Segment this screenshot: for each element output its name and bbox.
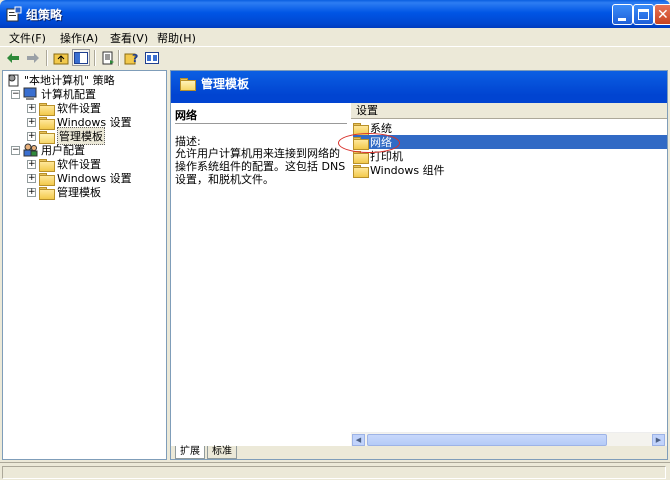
toolbar: ? bbox=[0, 46, 670, 68]
tree-view-icon bbox=[74, 51, 88, 64]
tree-user-config[interactable]: − 用户配置 bbox=[11, 143, 85, 157]
description-panel: 网络 描述: 允许用户计算机用来连接到网络的操作系统组件的配置。这包括 DNS … bbox=[171, 103, 349, 446]
highlight-ellipse bbox=[338, 133, 400, 153]
window-title: 组策略 bbox=[26, 8, 63, 22]
menu-action[interactable]: 操作(A) bbox=[60, 30, 98, 46]
list-item-label: Windows 组件 bbox=[370, 164, 445, 177]
scroll-left-button[interactable]: ◀ bbox=[352, 434, 365, 446]
menu-help[interactable]: 帮助(H) bbox=[157, 30, 196, 46]
folder-icon bbox=[39, 116, 55, 130]
minimize-icon bbox=[618, 18, 626, 21]
menu-bar: 文件(F) 操作(A) 查看(V) 帮助(H) bbox=[0, 28, 670, 46]
expand-toggle[interactable]: + bbox=[27, 159, 36, 169]
properties-button[interactable] bbox=[143, 49, 161, 66]
collapse-toggle[interactable]: − bbox=[11, 89, 20, 99]
horizontal-scrollbar[interactable]: ◀ ▶ bbox=[351, 432, 667, 446]
tab-extended[interactable]: 扩展 bbox=[175, 446, 205, 459]
tree-item-admin-templates[interactable]: + 管理模板 bbox=[27, 127, 105, 145]
help-button[interactable]: ? bbox=[123, 49, 141, 66]
folder-icon bbox=[180, 78, 196, 91]
description-text: 允许用户计算机用来连接到网络的操作系统组件的配置。这包括 DNS 设置，和脱机文… bbox=[175, 147, 346, 186]
header-band bbox=[171, 95, 667, 103]
export-list-button[interactable] bbox=[99, 49, 117, 66]
list-item[interactable]: 系统 bbox=[353, 121, 667, 136]
tree-root[interactable]: "本地计算机" 策略 bbox=[7, 73, 115, 87]
group-policy-window: 组策略 ✕ 文件(F) 操作(A) 查看(V) 帮助(H) ? "本地计算机" … bbox=[0, 0, 670, 480]
up-one-level-button[interactable] bbox=[52, 49, 70, 66]
toolbar-separator bbox=[118, 50, 120, 66]
tab-standard[interactable]: 标准 bbox=[207, 446, 237, 459]
minimize-button[interactable] bbox=[612, 4, 633, 25]
expand-toggle[interactable]: + bbox=[27, 131, 36, 141]
toolbar-separator bbox=[46, 50, 48, 66]
folder-icon bbox=[39, 102, 55, 116]
view-tabs: 扩展 标准 bbox=[171, 446, 667, 459]
open-folder-icon bbox=[39, 130, 55, 144]
expand-toggle[interactable]: + bbox=[27, 117, 36, 127]
policy-icon bbox=[8, 74, 19, 87]
menu-file[interactable]: 文件(F) bbox=[9, 30, 46, 46]
users-icon bbox=[23, 143, 38, 157]
folder-icon bbox=[39, 186, 55, 200]
scroll-right-button[interactable]: ▶ bbox=[652, 434, 665, 446]
properties-icon bbox=[145, 51, 159, 64]
divider bbox=[175, 123, 347, 124]
details-pane: 管理模板 网络 描述: 允许用户计算机用来连接到网络的操作系统组件的配置。这包括… bbox=[170, 70, 668, 460]
folder-icon bbox=[353, 122, 369, 136]
tree-item-software-settings[interactable]: + 软件设置 bbox=[27, 157, 101, 172]
description-title: 网络 bbox=[175, 109, 197, 122]
details-header: 管理模板 bbox=[171, 71, 667, 95]
tree-item-admin-templates[interactable]: + 管理模板 bbox=[27, 185, 101, 200]
close-button[interactable]: ✕ bbox=[654, 4, 670, 25]
tree-item-label: 管理模板 bbox=[57, 186, 101, 199]
tree-computer-config[interactable]: − 计算机配置 bbox=[11, 87, 96, 101]
folder-icon bbox=[39, 158, 55, 172]
status-bar bbox=[0, 462, 670, 480]
toolbar-separator bbox=[94, 50, 96, 66]
up-folder-icon bbox=[53, 53, 69, 64]
folder-icon bbox=[353, 164, 369, 178]
computer-icon bbox=[23, 87, 37, 100]
menu-view[interactable]: 查看(V) bbox=[110, 30, 148, 46]
status-segment bbox=[2, 466, 666, 479]
show-hide-tree-button[interactable] bbox=[72, 49, 90, 66]
title-bar[interactable]: 组策略 ✕ bbox=[0, 0, 670, 28]
back-arrow-icon bbox=[7, 52, 19, 63]
expand-toggle[interactable]: + bbox=[27, 187, 36, 197]
list-item[interactable]: 网络 bbox=[353, 135, 667, 150]
column-header-setting[interactable]: 设置 bbox=[351, 103, 667, 119]
collapse-toggle[interactable]: − bbox=[11, 145, 20, 155]
export-list-icon bbox=[102, 51, 114, 64]
help-icon: ? bbox=[124, 52, 138, 65]
tree-item-software-settings[interactable]: + 软件设置 bbox=[27, 101, 101, 116]
maximize-button[interactable] bbox=[633, 4, 654, 25]
forward-button[interactable] bbox=[24, 49, 42, 66]
group-policy-icon bbox=[6, 6, 22, 22]
settings-list[interactable]: 设置 系统 网络 打印机 Windows 组件 ◀ ▶ bbox=[351, 103, 667, 446]
expand-toggle[interactable]: + bbox=[27, 173, 36, 183]
folder-icon bbox=[39, 172, 55, 186]
back-button[interactable] bbox=[4, 49, 22, 66]
expand-toggle[interactable]: + bbox=[27, 103, 36, 113]
scroll-thumb[interactable] bbox=[367, 434, 607, 446]
close-icon: ✕ bbox=[657, 7, 669, 23]
maximize-icon bbox=[638, 9, 649, 20]
list-item[interactable]: Windows 组件 bbox=[353, 163, 667, 178]
list-item[interactable]: 打印机 bbox=[353, 149, 667, 164]
forward-arrow-icon bbox=[27, 52, 39, 63]
details-header-title: 管理模板 bbox=[201, 77, 250, 91]
tree-item-windows-settings[interactable]: + Windows 设置 bbox=[27, 171, 132, 186]
console-tree[interactable]: "本地计算机" 策略 − 计算机配置 + 软件设置 + Windows 设置 +… bbox=[2, 70, 167, 460]
svg-text:?: ? bbox=[132, 52, 138, 65]
